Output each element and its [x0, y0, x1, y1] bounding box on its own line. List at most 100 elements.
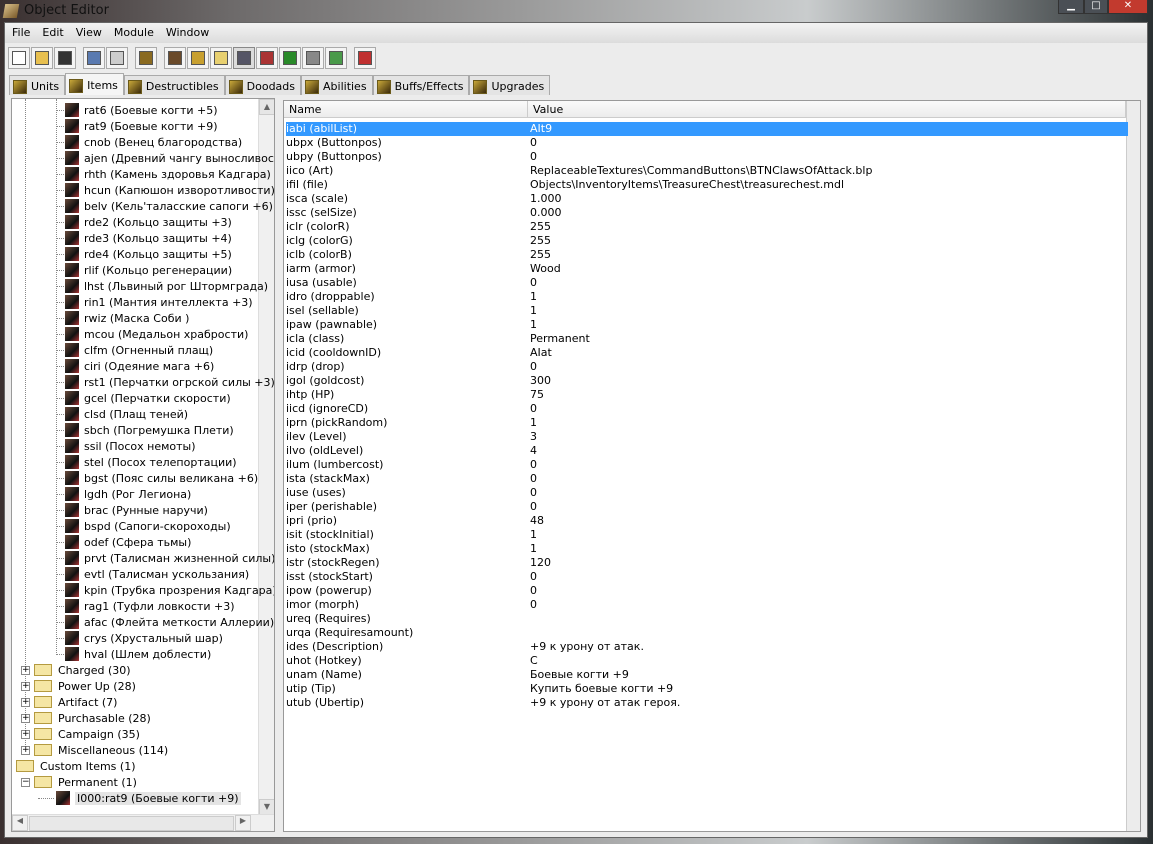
tab-items[interactable]: Items: [65, 73, 124, 95]
expand-button[interactable]: +: [21, 729, 30, 739]
tree-item[interactable]: ajen (Древний чангу выносливости): [56, 150, 274, 166]
monster-button[interactable]: [279, 47, 301, 69]
terrain-button[interactable]: [164, 47, 186, 69]
property-row[interactable]: ipri (prio) 48: [286, 514, 1128, 528]
property-value[interactable]: AIat: [530, 346, 552, 360]
property-row[interactable]: ifil (file) Objects\InventoryItems\Treasu…: [286, 178, 1128, 192]
tree-item[interactable]: rhth (Камень здоровья Кадгара): [56, 166, 271, 182]
property-value[interactable]: 3: [530, 430, 537, 444]
tree-folder[interactable]: + Purchasable (28): [21, 710, 151, 726]
minimize-button[interactable]: ▁: [1058, 0, 1084, 14]
property-row[interactable]: ubpx (Buttonpos) 0: [286, 136, 1128, 150]
property-row[interactable]: iusa (usable) 0: [286, 276, 1128, 290]
tab-upgrades[interactable]: Upgrades: [469, 75, 551, 95]
save-button[interactable]: [54, 47, 76, 69]
tree-item[interactable]: odef (Сфера тьмы): [56, 534, 191, 550]
tree-item[interactable]: lhst (Львиный рог Штормграда): [56, 278, 268, 294]
property-row[interactable]: ilvo (oldLevel) 4: [286, 444, 1128, 458]
property-row[interactable]: isel (sellable) 1: [286, 304, 1128, 318]
tree-item[interactable]: hval (Шлем доблести): [56, 646, 211, 662]
horizontal-scroll-thumb[interactable]: [29, 816, 234, 831]
property-value[interactable]: 1: [530, 542, 537, 556]
property-row[interactable]: iarm (armor) Wood: [286, 262, 1128, 276]
property-row[interactable]: igol (goldcost) 300: [286, 374, 1128, 388]
tree-folder-custom-items[interactable]: Custom Items (1): [16, 758, 136, 774]
tree-item[interactable]: clsd (Плащ теней): [56, 406, 188, 422]
copy-button[interactable]: [83, 47, 105, 69]
tree-folder[interactable]: + Artifact (7): [21, 694, 117, 710]
property-scrollbar[interactable]: [1126, 101, 1140, 831]
property-row[interactable]: iicd (ignoreCD) 0: [286, 402, 1128, 416]
property-value[interactable]: 300: [530, 374, 551, 388]
property-value[interactable]: 0: [530, 598, 537, 612]
property-row[interactable]: idro (droppable) 1: [286, 290, 1128, 304]
tab-units[interactable]: Units: [9, 75, 66, 95]
ui-button[interactable]: [256, 47, 278, 69]
property-value[interactable]: Боевые когти +9: [530, 668, 629, 682]
property-value[interactable]: Wood: [530, 262, 561, 276]
tree-item[interactable]: brac (Рунные наручи): [56, 502, 208, 518]
property-value[interactable]: 1: [530, 304, 537, 318]
property-row[interactable]: imor (morph) 0: [286, 598, 1128, 612]
tree-item[interactable]: rwiz (Маска Соби ): [56, 310, 189, 326]
property-row[interactable]: ista (stackMax) 0: [286, 472, 1128, 486]
tree-item[interactable]: rde2 (Кольцо защиты +3): [56, 214, 232, 230]
property-value[interactable]: 1: [530, 528, 537, 542]
tab-abilities[interactable]: Abilities: [301, 75, 373, 95]
tree-item[interactable]: rst1 (Перчатки огрской силы +3): [56, 374, 274, 390]
tree-item[interactable]: rde3 (Кольцо защиты +4): [56, 230, 232, 246]
tree-item[interactable]: stel (Посох телепортации): [56, 454, 237, 470]
maximize-button[interactable]: □: [1084, 0, 1108, 14]
tree-item[interactable]: clfm (Огненный плащ): [56, 342, 213, 358]
tree-item[interactable]: afac (Флейта меткости Аллерии): [56, 614, 274, 630]
property-row[interactable]: ipaw (pawnable) 1: [286, 318, 1128, 332]
tree-item[interactable]: kpin (Трубка прозрения Кадгара): [56, 582, 274, 598]
property-value[interactable]: Купить боевые когти +9: [530, 682, 673, 696]
tree-item[interactable]: ssil (Посох немоты): [56, 438, 196, 454]
tree-folder[interactable]: + Charged (30): [21, 662, 131, 678]
tree-item[interactable]: lgdh (Рог Легиона): [56, 486, 191, 502]
tree-item[interactable]: rat9 (Боевые когти +9): [56, 118, 218, 134]
tree-item[interactable]: mcou (Медальон храбрости): [56, 326, 248, 342]
tab-destructibles[interactable]: Destructibles: [123, 75, 225, 95]
property-row[interactable]: icid (cooldownID) AIat: [286, 346, 1128, 360]
scroll-right-button[interactable]: ▶: [235, 815, 251, 831]
tree-item[interactable]: rin1 (Мантия интеллекта +3): [56, 294, 253, 310]
text-a-button[interactable]: [187, 47, 209, 69]
property-value[interactable]: 0: [530, 570, 537, 584]
property-value[interactable]: 0: [530, 150, 537, 164]
column-header-name[interactable]: Name: [284, 101, 528, 117]
paste-button[interactable]: [106, 47, 128, 69]
property-value[interactable]: 120: [530, 556, 551, 570]
tree-folder[interactable]: + Miscellaneous (114): [21, 742, 168, 758]
property-row[interactable]: urqa (Requiresamount): [286, 626, 1128, 640]
tree-item[interactable]: hcun (Капюшон изворотливости): [56, 182, 274, 198]
property-value[interactable]: 0: [530, 584, 537, 598]
tree-item[interactable]: belv (Кель'таласские сапоги +6): [56, 198, 273, 214]
property-row[interactable]: ubpy (Buttonpos) 0: [286, 150, 1128, 164]
tree-item[interactable]: ciri (Одеяние мага +6): [56, 358, 214, 374]
property-row[interactable]: iclb (colorB) 255: [286, 248, 1128, 262]
property-value[interactable]: C: [530, 654, 538, 668]
cube-button[interactable]: [302, 47, 324, 69]
property-value[interactable]: 0: [530, 276, 537, 290]
expand-button[interactable]: +: [21, 665, 30, 675]
tree-folder[interactable]: + Power Up (28): [21, 678, 136, 694]
menu-edit[interactable]: Edit: [38, 23, 71, 43]
property-row[interactable]: isto (stockMax) 1: [286, 542, 1128, 556]
property-row[interactable]: icla (class) Permanent: [286, 332, 1128, 346]
property-value[interactable]: 4: [530, 444, 537, 458]
tree-item[interactable]: prvt (Талисман жизненной силы): [56, 550, 274, 566]
open-button[interactable]: [31, 47, 53, 69]
new-button[interactable]: [8, 47, 30, 69]
property-value[interactable]: 0: [530, 472, 537, 486]
tree-item[interactable]: rag1 (Туфли ловкости +3): [56, 598, 235, 614]
property-value[interactable]: 48: [530, 514, 544, 528]
property-value[interactable]: 0: [530, 500, 537, 514]
property-value[interactable]: +9 к урону от атак.: [530, 640, 644, 654]
tab-buffseffects[interactable]: Buffs/Effects: [372, 75, 470, 95]
property-row[interactable]: iper (perishable) 0: [286, 500, 1128, 514]
property-value[interactable]: 0: [530, 402, 537, 416]
property-value[interactable]: 255: [530, 220, 551, 234]
property-row[interactable]: iico (Art) ReplaceableTextures\CommandBut…: [286, 164, 1128, 178]
